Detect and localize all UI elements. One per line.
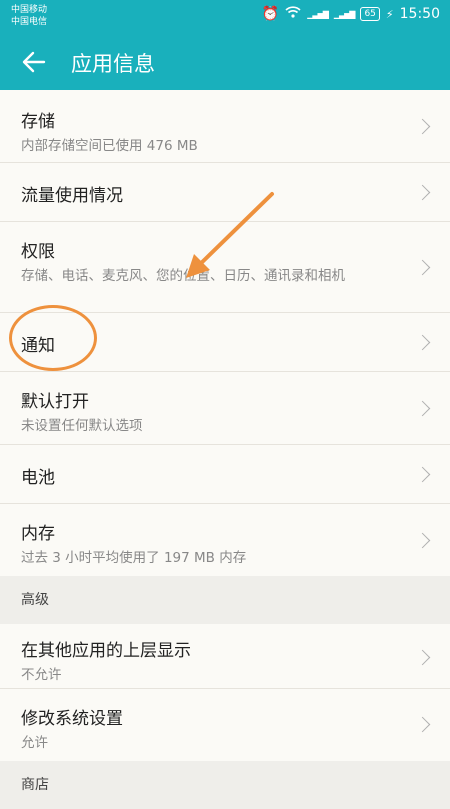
section-header-advanced: 高级 bbox=[0, 576, 450, 624]
alarm-icon: ⏰ bbox=[261, 6, 280, 22]
item-title: 修改系统设置 bbox=[21, 709, 123, 729]
modify-system-settings-item[interactable]: 修改系统设置 允许 bbox=[0, 689, 450, 761]
chevron-right-icon bbox=[414, 334, 431, 351]
clock-time: 15:50 bbox=[399, 6, 440, 22]
storage-item[interactable]: 存储 内部存储空间已使用 476 MB bbox=[0, 90, 450, 163]
chevron-right-icon bbox=[414, 716, 431, 733]
settings-list: 存储 内部存储空间已使用 476 MB 流量使用情况 权限 存储、电话、麦克风、… bbox=[0, 90, 450, 809]
app-bar: 应用信息 bbox=[0, 34, 450, 90]
page-title: 应用信息 bbox=[71, 52, 155, 76]
permissions-item[interactable]: 权限 存储、电话、麦克风、您的位置、日历、通讯录和相机 bbox=[0, 222, 450, 313]
section-header-store: 商店 bbox=[0, 761, 450, 809]
back-button[interactable] bbox=[16, 44, 52, 80]
charging-icon: ⚡ bbox=[385, 7, 394, 21]
item-subtitle: 存储、电话、麦克风、您的位置、日历、通讯录和相机 bbox=[21, 268, 345, 284]
back-arrow-icon bbox=[22, 51, 46, 73]
battery-item[interactable]: 电池 bbox=[0, 445, 450, 504]
open-by-default-item[interactable]: 默认打开 未设置任何默认选项 bbox=[0, 372, 450, 445]
chevron-right-icon bbox=[414, 184, 431, 201]
signal-icon-2: ▁▃▅▇ bbox=[333, 9, 356, 19]
carrier-1: 中国移动 bbox=[11, 5, 48, 15]
item-title: 电池 bbox=[21, 468, 55, 488]
notifications-item[interactable]: 通知 bbox=[0, 313, 450, 372]
carrier-2: 中国电信 bbox=[11, 17, 48, 27]
item-title: 内存 bbox=[21, 524, 55, 544]
chevron-right-icon bbox=[414, 400, 431, 417]
item-title: 权限 bbox=[21, 242, 55, 262]
item-subtitle: 未设置任何默认选项 bbox=[21, 418, 143, 434]
item-title: 通知 bbox=[21, 336, 55, 356]
carrier-info: 中国移动 中国电信 bbox=[11, 4, 47, 28]
draw-over-apps-item[interactable]: 在其他应用的上层显示 不允许 bbox=[0, 624, 450, 689]
item-subtitle: 不允许 bbox=[21, 667, 62, 683]
chevron-right-icon bbox=[414, 649, 431, 666]
chevron-right-icon bbox=[414, 118, 431, 135]
item-title: 在其他应用的上层显示 bbox=[21, 641, 191, 661]
item-subtitle: 过去 3 小时平均使用了 197 MB 内存 bbox=[21, 550, 247, 566]
item-title: 流量使用情况 bbox=[21, 186, 123, 206]
item-title: 默认打开 bbox=[21, 392, 89, 412]
data-usage-item[interactable]: 流量使用情况 bbox=[0, 163, 450, 222]
signal-icon: ▁▃▅▇ bbox=[307, 9, 329, 19]
item-subtitle: 内部存储空间已使用 476 MB bbox=[21, 138, 198, 154]
status-icons: ⏰ ▁▃▅▇ ▁▃▅▇ 65 ⚡ 15:50 bbox=[262, 6, 440, 22]
item-subtitle: 允许 bbox=[21, 735, 48, 751]
chevron-right-icon bbox=[414, 532, 431, 549]
wifi-icon bbox=[285, 6, 301, 22]
memory-item[interactable]: 内存 过去 3 小时平均使用了 197 MB 内存 bbox=[0, 504, 450, 576]
battery-icon: 65 bbox=[360, 7, 380, 21]
item-title: 存储 bbox=[21, 112, 55, 132]
chevron-right-icon bbox=[414, 466, 431, 483]
chevron-right-icon bbox=[414, 259, 431, 276]
status-bar: 中国移动 中国电信 ⏰ ▁▃▅▇ ▁▃▅▇ 65 ⚡ 15:50 bbox=[0, 0, 450, 34]
